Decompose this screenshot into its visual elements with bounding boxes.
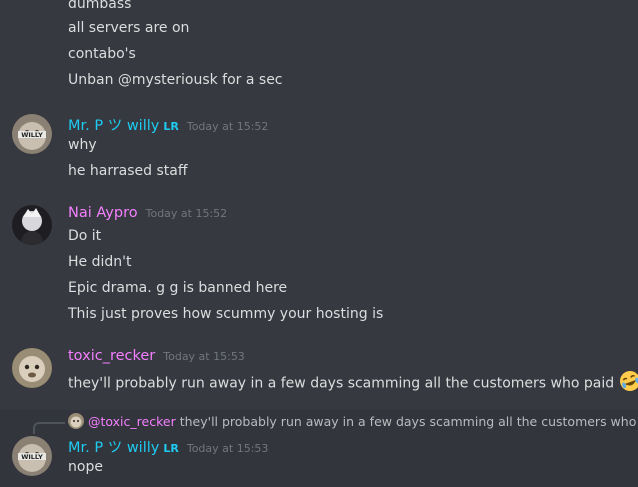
user-tag: LR	[163, 442, 179, 455]
message-text: contabo's	[68, 46, 136, 62]
message-text: they'll probably run away in a few days …	[68, 370, 638, 397]
message-text: he harrased staff	[68, 163, 188, 179]
timestamp: Today at 15:52	[145, 207, 228, 220]
message-text: Do it	[68, 228, 102, 244]
reply-reference[interactable]: @toxic_recker they'll probably run away …	[68, 412, 638, 430]
user-avatar-toxic-recker[interactable]	[12, 348, 52, 388]
message-text: He didn't	[68, 254, 132, 270]
message-text: all servers are on	[68, 20, 190, 36]
message-text: dumbass	[68, 0, 132, 12]
reply-avatar	[68, 413, 84, 429]
reply-connector	[33, 422, 65, 434]
message-text: This just proves how scummy your hosting…	[68, 306, 384, 322]
message-text: nope	[68, 459, 103, 475]
message-header: Mr. P ツ willy LR Today at 15:53	[68, 436, 268, 456]
username[interactable]: toxic_recker	[68, 348, 155, 364]
username[interactable]: Mr. P ツ willy	[68, 436, 159, 457]
username[interactable]: Nai Aypro	[68, 205, 138, 221]
message-header: Nai Aypro Today at 15:52	[68, 205, 227, 225]
reply-text: they'll probably run away in a few days …	[179, 413, 638, 429]
user-avatar-willy[interactable]: WILLY	[12, 114, 52, 154]
user-tag: LR	[163, 120, 179, 133]
rofl-emoji-icon	[619, 370, 638, 397]
timestamp: Today at 15:52	[186, 120, 269, 133]
user-avatar-nai[interactable]	[12, 205, 52, 245]
message-header: toxic_recker Today at 15:53	[68, 348, 245, 368]
svg-text:WILLY: WILLY	[21, 131, 43, 139]
message-text-content: they'll probably run away in a few days …	[68, 375, 615, 392]
timestamp: Today at 15:53	[163, 350, 245, 363]
message-text: why	[68, 137, 97, 153]
message-text: Unban @mysteriousk for a sec	[68, 72, 283, 88]
timestamp: Today at 15:53	[186, 442, 269, 455]
user-avatar-willy[interactable]: WILLY	[12, 436, 52, 476]
message-text: Epic drama. g g is banned here	[68, 280, 288, 296]
svg-text:WILLY: WILLY	[21, 453, 43, 461]
message-header: Mr. P ツ willy LR Today at 15:52	[68, 114, 268, 134]
chat-messages: dumbass all servers are on contabo's Unb…	[0, 0, 638, 487]
reply-username[interactable]: @toxic_recker	[88, 414, 176, 429]
username[interactable]: Mr. P ツ willy	[68, 114, 159, 135]
